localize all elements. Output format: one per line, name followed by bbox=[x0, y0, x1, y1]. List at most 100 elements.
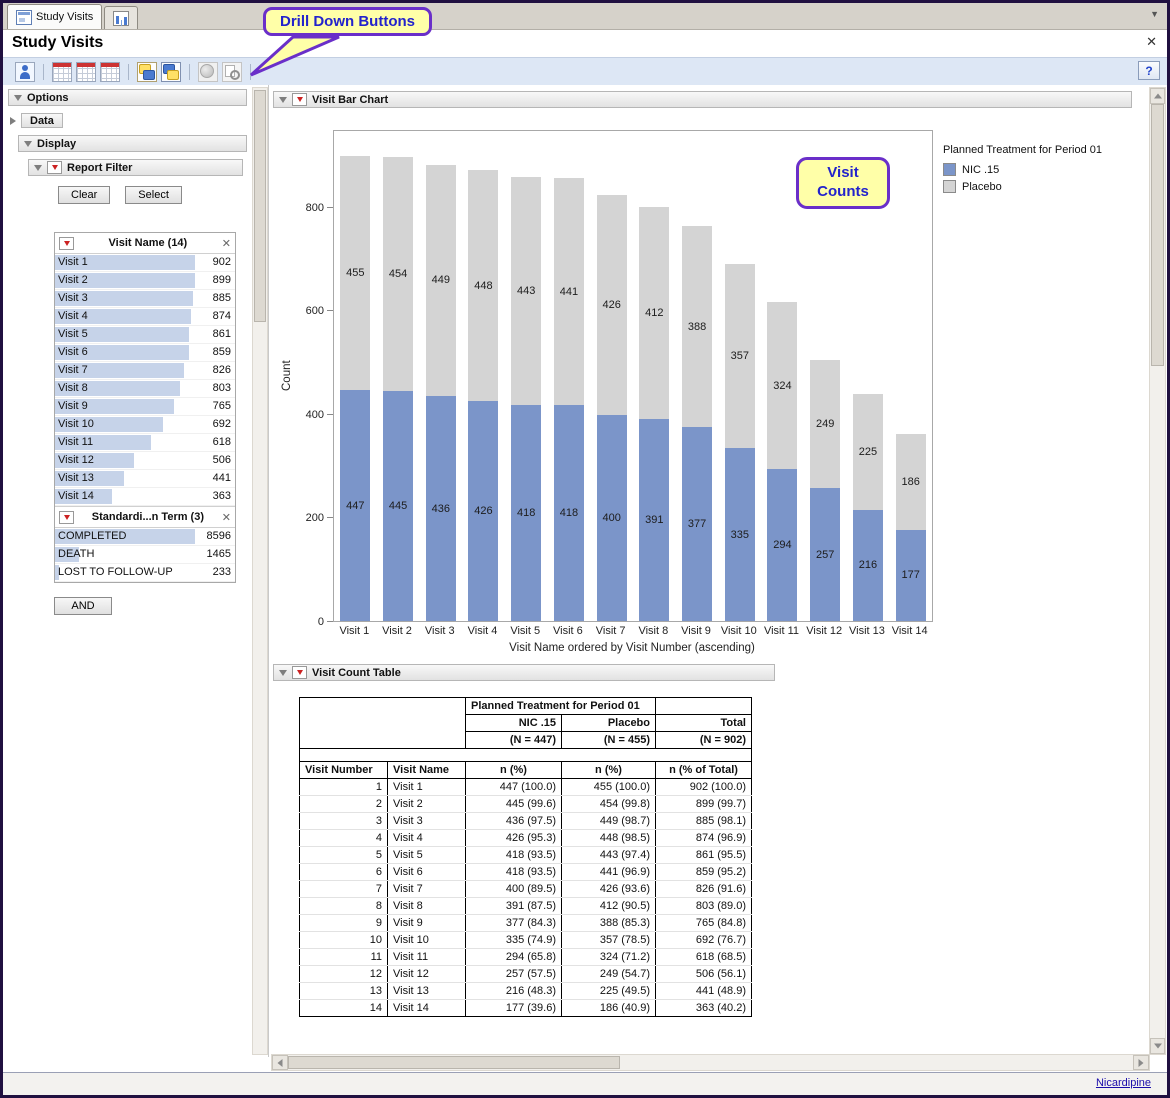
bar-segment[interactable]: 412 bbox=[639, 207, 669, 420]
term-filter-menu-icon[interactable] bbox=[59, 511, 74, 524]
bar-segment[interactable]: 216 bbox=[853, 510, 883, 621]
scroll-up-arrow-icon[interactable] bbox=[1150, 88, 1165, 104]
stacked-bar[interactable]: 443418 bbox=[511, 131, 541, 621]
nicardipine-link[interactable]: Nicardipine bbox=[1096, 1077, 1151, 1089]
horizontal-scrollbar[interactable] bbox=[271, 1054, 1150, 1071]
profile-report-icon[interactable] bbox=[15, 62, 35, 82]
stacked-bar[interactable]: 455447 bbox=[340, 131, 370, 621]
filter-item[interactable]: Visit 10692 bbox=[55, 416, 235, 434]
bar-segment[interactable]: 249 bbox=[810, 360, 840, 488]
bar-segment[interactable]: 455 bbox=[340, 156, 370, 391]
report-filter-header[interactable]: Report Filter bbox=[28, 159, 243, 176]
table-row[interactable]: 4Visit 4426 (95.3)448 (98.5)874 (96.9) bbox=[300, 830, 752, 847]
filter-item[interactable]: Visit 4874 bbox=[55, 308, 235, 326]
filter-item[interactable]: Visit 2899 bbox=[55, 272, 235, 290]
window-menu-arrow-icon[interactable]: ▼ bbox=[1150, 9, 1159, 19]
bar-segment[interactable]: 225 bbox=[853, 394, 883, 510]
term-filter-close-icon[interactable]: ✕ bbox=[222, 511, 231, 524]
bar-segment[interactable]: 335 bbox=[725, 448, 755, 621]
bar-segment[interactable]: 449 bbox=[426, 165, 456, 397]
vertical-scrollbar-thumb[interactable] bbox=[1151, 104, 1164, 366]
annotate-data-icon[interactable] bbox=[161, 62, 181, 82]
stacked-bar[interactable]: 324294 bbox=[767, 131, 797, 621]
bar-segment[interactable]: 357 bbox=[725, 264, 755, 448]
filter-item[interactable]: Visit 8803 bbox=[55, 380, 235, 398]
filter-item[interactable]: Visit 7826 bbox=[55, 362, 235, 380]
bar-segment[interactable]: 177 bbox=[896, 530, 926, 621]
table-row[interactable]: 5Visit 5418 (93.5)443 (97.4)861 (95.5) bbox=[300, 847, 752, 864]
table-row[interactable]: 12Visit 12257 (57.5)249 (54.7)506 (56.1) bbox=[300, 966, 752, 983]
filter-item[interactable]: Visit 13441 bbox=[55, 470, 235, 488]
table-row[interactable]: 10Visit 10335 (74.9)357 (78.5)692 (76.7) bbox=[300, 932, 752, 949]
bar-segment[interactable]: 445 bbox=[383, 391, 413, 621]
table-row[interactable]: 14Visit 14177 (39.6)186 (40.9)363 (40.2) bbox=[300, 1000, 752, 1017]
filter-item[interactable]: COMPLETED8596 bbox=[55, 528, 235, 546]
vertical-scrollbar[interactable] bbox=[1149, 87, 1166, 1055]
filter-item[interactable]: Visit 1902 bbox=[55, 254, 235, 272]
data-header[interactable]: Data bbox=[21, 113, 63, 128]
visit-count-table-header[interactable]: Visit Count Table bbox=[273, 664, 775, 681]
expand-icon[interactable] bbox=[10, 117, 16, 125]
legend-item[interactable]: NIC .15 bbox=[943, 163, 1102, 176]
data-table-notes-icon[interactable] bbox=[76, 62, 96, 82]
stacked-bar[interactable]: 186177 bbox=[896, 131, 926, 621]
bar-segment[interactable]: 400 bbox=[597, 415, 627, 621]
filter-item[interactable]: Visit 12506 bbox=[55, 452, 235, 470]
table-row[interactable]: 11Visit 11294 (65.8)324 (71.2)618 (68.5) bbox=[300, 949, 752, 966]
bar-segment[interactable]: 436 bbox=[426, 396, 456, 621]
bar-segment[interactable]: 391 bbox=[639, 419, 669, 621]
filter-item[interactable]: DEATH1465 bbox=[55, 546, 235, 564]
filter-item[interactable]: Visit 5861 bbox=[55, 326, 235, 344]
bar-segment[interactable]: 454 bbox=[383, 157, 413, 391]
data-table-chart-icon[interactable] bbox=[100, 62, 120, 82]
term-filter-header[interactable]: Standardi...n Term (3) ✕ bbox=[55, 506, 235, 528]
bar-segment[interactable]: 426 bbox=[597, 195, 627, 415]
bar-segment[interactable]: 441 bbox=[554, 178, 584, 405]
close-icon[interactable]: ✕ bbox=[1146, 34, 1157, 50]
stacked-bar[interactable]: 388377 bbox=[682, 131, 712, 621]
filter-item[interactable]: Visit 14363 bbox=[55, 488, 235, 506]
table-row[interactable]: 9Visit 9377 (84.3)388 (85.3)765 (84.8) bbox=[300, 915, 752, 932]
stacked-bar[interactable]: 454445 bbox=[383, 131, 413, 621]
scroll-down-arrow-icon[interactable] bbox=[1150, 1038, 1165, 1054]
bar-segment[interactable]: 447 bbox=[340, 390, 370, 621]
tab-chart-builder[interactable] bbox=[104, 6, 138, 29]
table-row[interactable]: 2Visit 2445 (99.6)454 (99.8)899 (99.7) bbox=[300, 796, 752, 813]
stacked-bar[interactable]: 441418 bbox=[554, 131, 584, 621]
display-header[interactable]: Display bbox=[18, 135, 247, 152]
legend-item[interactable]: Placebo bbox=[943, 180, 1102, 193]
visit-filter-menu-icon[interactable] bbox=[59, 237, 74, 250]
sidebar-scrollbar-thumb[interactable] bbox=[254, 90, 266, 322]
scroll-left-arrow-icon[interactable] bbox=[272, 1055, 288, 1070]
report-filter-menu-icon[interactable] bbox=[47, 161, 62, 174]
table-row[interactable]: 8Visit 8391 (87.5)412 (90.5)803 (89.0) bbox=[300, 898, 752, 915]
visit-filter-close-icon[interactable]: ✕ bbox=[222, 237, 231, 250]
filter-item[interactable]: Visit 3885 bbox=[55, 290, 235, 308]
bar-segment[interactable]: 377 bbox=[682, 427, 712, 621]
bar-segment[interactable]: 257 bbox=[810, 488, 840, 621]
bar-segment[interactable]: 294 bbox=[767, 469, 797, 621]
filter-item[interactable]: Visit 11618 bbox=[55, 434, 235, 452]
stacked-bar[interactable]: 412391 bbox=[639, 131, 669, 621]
filter-item[interactable]: Visit 9765 bbox=[55, 398, 235, 416]
bar-segment[interactable]: 418 bbox=[554, 405, 584, 621]
table-row[interactable]: 3Visit 3436 (97.5)449 (98.7)885 (98.1) bbox=[300, 813, 752, 830]
bar-segment[interactable]: 448 bbox=[468, 170, 498, 401]
bar-segment[interactable]: 426 bbox=[468, 401, 498, 621]
stacked-bar[interactable]: 449436 bbox=[426, 131, 456, 621]
annotate-report-icon[interactable] bbox=[137, 62, 157, 82]
table-row[interactable]: 6Visit 6418 (93.5)441 (96.9)859 (95.2) bbox=[300, 864, 752, 881]
filter-item[interactable]: Visit 6859 bbox=[55, 344, 235, 362]
bar-segment[interactable]: 388 bbox=[682, 226, 712, 426]
options-header[interactable]: Options bbox=[8, 89, 247, 106]
chart-menu-icon[interactable] bbox=[292, 93, 307, 106]
visit-bar-chart-header[interactable]: Visit Bar Chart bbox=[273, 91, 1132, 108]
table-row[interactable]: 13Visit 13216 (48.3)225 (49.5)441 (48.9) bbox=[300, 983, 752, 1000]
and-button[interactable]: AND bbox=[54, 597, 112, 615]
select-button[interactable]: Select bbox=[125, 186, 182, 204]
stacked-bar[interactable]: 357335 bbox=[725, 131, 755, 621]
table-row[interactable]: 1Visit 1447 (100.0)455 (100.0)902 (100.0… bbox=[300, 779, 752, 796]
data-table-icon[interactable] bbox=[52, 62, 72, 82]
visit-filter-header[interactable]: Visit Name (14) ✕ bbox=[55, 233, 235, 254]
help-button[interactable]: ? bbox=[1138, 61, 1160, 80]
